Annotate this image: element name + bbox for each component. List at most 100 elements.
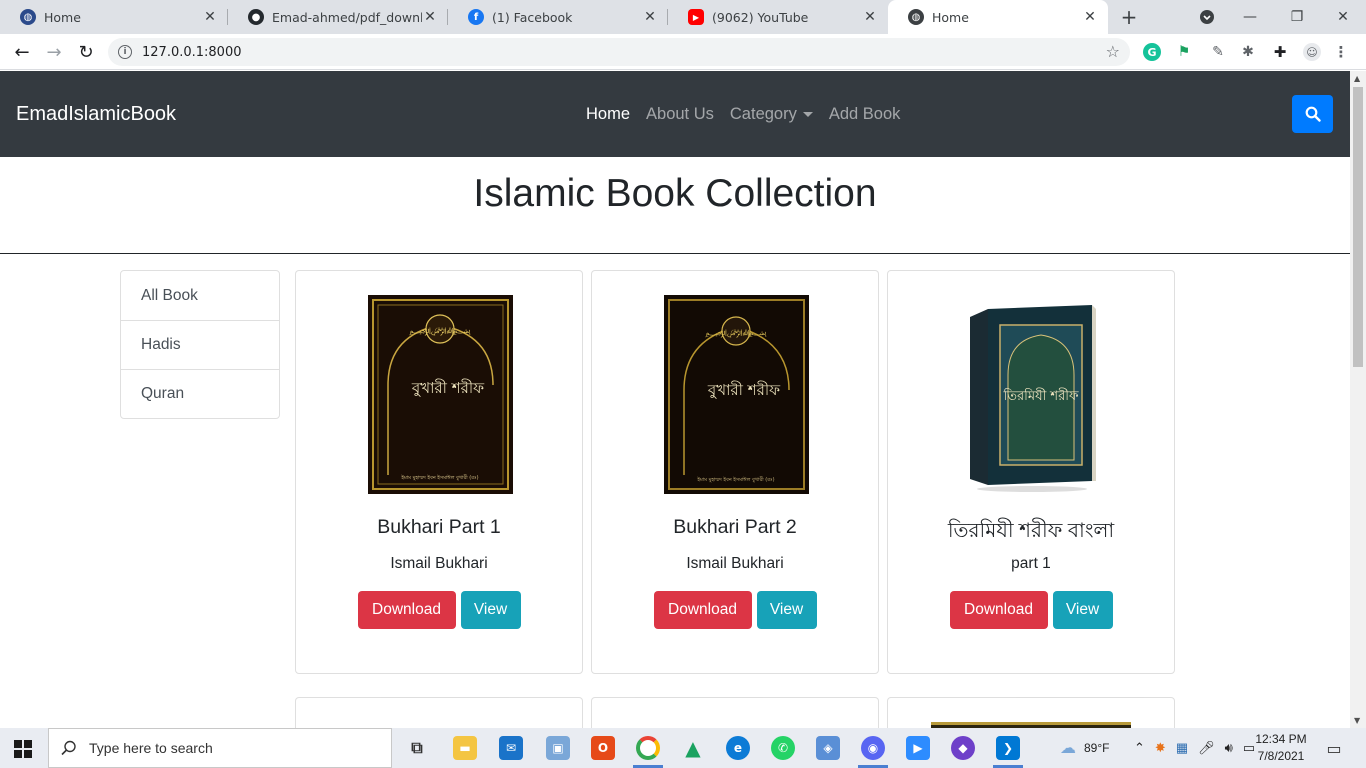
clock-time: 12:34 PM	[1255, 732, 1307, 746]
url-text: 127.0.0.1:8000	[142, 44, 242, 60]
page-title: Islamic Book Collection	[473, 172, 877, 215]
system-tray: ⌃ ✸ ▦ 🎤︎ 🔊︎ ▭	[1134, 728, 1255, 768]
category-item-hadis[interactable]: Hadis	[121, 320, 279, 369]
taskbar-search-box[interactable]: Type here to search	[48, 728, 392, 768]
browser-tab-active[interactable]: ◍ Home ✕	[888, 0, 1108, 34]
browser-tab[interactable]: ● Emad-ahmed/pdf_downloader ✕	[228, 0, 448, 34]
profile-avatar[interactable]: ☺	[1303, 43, 1321, 61]
nav-links: Home About Us Category Add Book	[586, 105, 900, 124]
windows-start-icon[interactable]	[14, 740, 32, 762]
vscode-icon[interactable]: ❯	[996, 736, 1020, 760]
globe-icon: ◍	[908, 9, 924, 25]
nav-category-label: Category	[729, 105, 797, 123]
youtube-icon: ▶	[688, 9, 704, 25]
menu-dots-icon[interactable]: ⋮	[1332, 43, 1350, 61]
tab-title: (1) Facebook	[492, 9, 573, 25]
book-card: তিরমিযী শরীফ তিরমিযী শরীফ বাংলা part 1 D…	[887, 270, 1175, 674]
search-button[interactable]	[1292, 95, 1333, 133]
grammarly-icon[interactable]: G	[1143, 43, 1161, 61]
taskbar-search-placeholder: Type here to search	[89, 740, 213, 756]
nav-add-book[interactable]: Add Book	[829, 105, 901, 124]
weather-widget[interactable]: ☁ 89°F	[1060, 728, 1109, 768]
virtualbox-icon[interactable]: ◈	[816, 736, 840, 760]
facebook-icon: f	[468, 9, 484, 25]
tray-chevron-icon[interactable]: ⌃	[1134, 740, 1145, 756]
scroll-down-icon[interactable]: ▼	[1354, 716, 1360, 725]
book-cover-image: ﷽ বুখারী শরীফ ইমাম মুহাম্মদ ইবন ইসমাঈল ব…	[664, 295, 809, 494]
puzzle-icon[interactable]: ✚	[1271, 43, 1289, 61]
notification-icon[interactable]: ▭	[1322, 736, 1346, 760]
info-icon[interactable]: i	[118, 45, 132, 59]
search-icon	[61, 740, 76, 756]
nav-home[interactable]: Home	[586, 105, 630, 124]
cover-subtitle: ইমাম মুহাম্মদ ইবন ইসমাঈল বুখারী (রঃ)	[400, 474, 478, 481]
bug-icon[interactable]: ✱	[1239, 43, 1257, 61]
whatsapp-icon[interactable]: ✆	[771, 736, 795, 760]
tab-search-icon[interactable]	[1194, 4, 1220, 30]
page-scrollbar[interactable]: ▲ ▼	[1350, 71, 1366, 728]
scroll-up-icon[interactable]: ▲	[1354, 74, 1360, 83]
new-tab-button[interactable]: +	[1118, 5, 1140, 29]
cover-title: তিরমিযী শরীফ	[1003, 388, 1079, 404]
tab-title: Home	[932, 9, 969, 25]
close-tab-icon[interactable]: ✕	[642, 9, 658, 25]
browser-tab[interactable]: ▶ (9062) YouTube ✕	[668, 0, 888, 34]
microphone-icon[interactable]: 🎤︎	[1198, 740, 1215, 756]
restore-icon[interactable]: ❐	[1284, 4, 1310, 30]
minimize-icon[interactable]: —	[1237, 4, 1263, 30]
close-tab-icon[interactable]: ✕	[1082, 9, 1098, 25]
weather-temp: 89°F	[1084, 741, 1110, 755]
browser-tab[interactable]: ◍ Home ✕	[0, 0, 228, 34]
scrollbar-thumb[interactable]	[1353, 87, 1363, 367]
caret-down-icon	[802, 112, 813, 118]
forward-arrow-icon[interactable]: →	[40, 38, 68, 66]
back-arrow-icon[interactable]: ←	[8, 38, 36, 66]
book-author: Ismail Bukhari	[686, 555, 784, 572]
reload-icon[interactable]: ↻	[72, 38, 100, 66]
book-cover-image: ﷽ বুখারী শরীফ ইমাম মুহাম্মদ ইবন ইসমাঈল ব…	[368, 295, 513, 494]
cover-title: বুখারী শরীফ	[707, 381, 781, 399]
tray-app-icon[interactable]: ▦	[1176, 740, 1188, 756]
discord-icon[interactable]: ◉	[861, 736, 885, 760]
clock-date: 7/8/2021	[1257, 749, 1305, 763]
zoom-icon[interactable]: ▶	[906, 736, 930, 760]
site-brand[interactable]: EmadIslamicBook	[16, 103, 176, 126]
edge-icon[interactable]: e	[726, 736, 750, 760]
download-button[interactable]: Download	[653, 591, 752, 629]
dropper-icon[interactable]: ✎	[1209, 43, 1227, 61]
view-button[interactable]: View	[460, 591, 521, 629]
download-button[interactable]: Download	[949, 591, 1048, 629]
category-item-all-book[interactable]: All Book	[121, 271, 279, 320]
book-title: তিরমিযী শরীফ বাংলা	[947, 520, 1115, 542]
office-icon[interactable]: O	[591, 736, 615, 760]
address-bar[interactable]: i 127.0.0.1:8000 ☆	[108, 38, 1130, 66]
nav-about-us[interactable]: About Us	[646, 105, 714, 124]
cover-subtitle: ইমাম মুহাম্মদ ইবন ইসমাঈল বুখারী (রঃ)	[696, 476, 774, 483]
browser-toolbar: ← → ↻ i 127.0.0.1:8000 ☆ G ⚑ ✎ ✱ ✚ ☺ ⋮	[0, 34, 1366, 70]
view-button[interactable]: View	[1052, 591, 1113, 629]
close-tab-icon[interactable]: ✕	[862, 9, 878, 25]
browser-tab[interactable]: f (1) Facebook ✕	[448, 0, 668, 34]
close-window-icon[interactable]: ✕	[1330, 4, 1356, 30]
extension-icon[interactable]: ⚑	[1175, 43, 1193, 61]
nav-category-dropdown[interactable]: Category	[730, 105, 813, 124]
site-navbar: EmadIslamicBook Home About Us Category A…	[0, 71, 1350, 157]
view-button[interactable]: View	[756, 591, 817, 629]
network-app-icon[interactable]: ▣	[546, 736, 570, 760]
mail-icon[interactable]: ✉	[499, 736, 523, 760]
tray-app-icon[interactable]: ✸	[1155, 740, 1166, 756]
taskbar-clock[interactable]: 12:34 PM 7/8/2021	[1252, 731, 1310, 765]
volume-icon[interactable]: 🔊︎	[1225, 740, 1233, 756]
close-tab-icon[interactable]: ✕	[202, 9, 218, 25]
chrome-icon[interactable]	[636, 736, 660, 760]
close-tab-icon[interactable]: ✕	[422, 9, 438, 25]
category-list: All Book Hadis Quran	[120, 270, 280, 419]
github-desktop-icon[interactable]: ◆	[951, 736, 975, 760]
task-view-icon[interactable]: ⧉	[405, 736, 429, 760]
google-drive-icon[interactable]: ▲	[681, 736, 705, 760]
file-explorer-icon[interactable]: ▬	[453, 736, 477, 760]
bookmark-star-icon[interactable]: ☆	[1106, 42, 1120, 61]
card-actions: Download View	[592, 591, 878, 629]
download-button[interactable]: Download	[357, 591, 456, 629]
category-item-quran[interactable]: Quran	[121, 369, 279, 418]
